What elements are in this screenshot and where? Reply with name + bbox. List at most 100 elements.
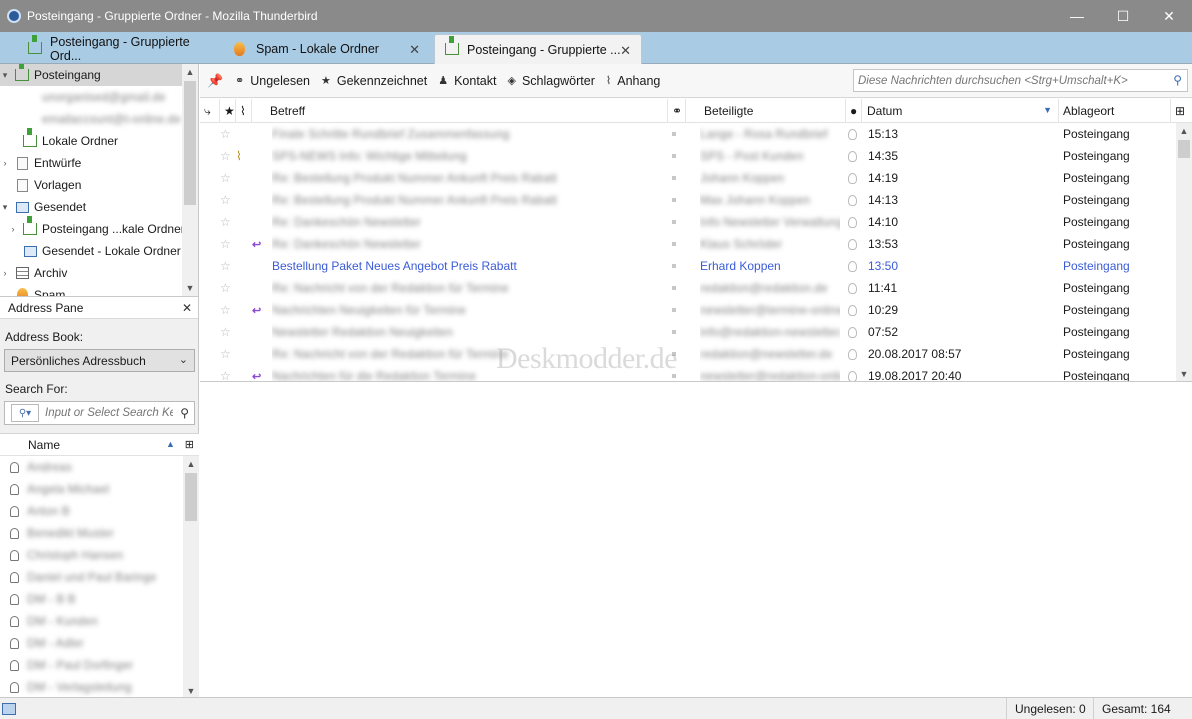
contact-item[interactable]: DM - Verlagsleitung (0, 676, 199, 698)
junk-status-icon[interactable] (848, 255, 860, 277)
maximize-button[interactable]: ☐ (1100, 0, 1146, 32)
expand-toggle-icon[interactable]: › (8, 224, 18, 234)
contact-item[interactable]: DM - Paul Dorfinger (0, 654, 199, 676)
folder-item[interactable]: › Entwürfe (0, 152, 198, 174)
folder-item[interactable]: Lokale Ordner (0, 128, 198, 152)
filter-starred-button[interactable]: ★ Gekennzeichnet (321, 74, 427, 88)
star-toggle-icon[interactable]: ☆ (220, 343, 236, 365)
subject-column[interactable]: Betreff (266, 99, 668, 123)
message-row[interactable]: ☆ ↩ Re: Dankeschön Newsletter Klaus Schröde… (200, 233, 1176, 255)
star-toggle-icon[interactable]: ☆ (220, 145, 236, 167)
search-type-dropdown-icon[interactable]: ⚲▾ (11, 404, 39, 422)
message-search-input[interactable] (858, 74, 1158, 87)
close-window-button[interactable]: ✕ (1146, 0, 1192, 32)
contact-item[interactable]: DM - Kunden (0, 610, 199, 632)
junk-status-icon[interactable] (848, 123, 860, 145)
pin-filter-icon[interactable]: 📌 (207, 73, 223, 89)
correspondents-column[interactable]: Beteiligte (700, 99, 846, 123)
scroll-up-arrow[interactable]: ▲ (1176, 123, 1192, 139)
message-row[interactable]: ☆ ⌇ SPS-NEWS Info: Wichtige Mitteilung SPS … (200, 145, 1176, 167)
search-icon[interactable]: ⚲ (180, 406, 189, 420)
expand-toggle-icon[interactable]: › (0, 268, 10, 278)
folder-scrollbar[interactable]: ▲ ▼ (182, 64, 198, 296)
read-status-icon[interactable] (672, 321, 682, 343)
scroll-up-arrow[interactable]: ▲ (182, 64, 198, 80)
message-row[interactable]: ☆ Re: Nachricht von der Redaktion für Ter… (200, 277, 1176, 299)
filter-unread-button[interactable]: ⚭ Ungelesen (235, 74, 310, 88)
scroll-thumb[interactable] (185, 473, 197, 521)
tab-spam[interactable]: Spam - Lokale Ordner ✕ (224, 34, 430, 64)
contact-item[interactable]: Andreas (0, 456, 199, 478)
star-toggle-icon[interactable]: ☆ (220, 211, 236, 233)
read-status-icon[interactable] (672, 255, 682, 277)
junk-status-icon[interactable] (848, 233, 860, 255)
star-toggle-icon[interactable]: ☆ (220, 255, 236, 277)
read-status-icon[interactable] (672, 365, 682, 381)
message-row[interactable]: ☆ Re: Dankeschön Newsletter Info Newslette… (200, 211, 1176, 233)
star-toggle-icon[interactable]: ☆ (220, 123, 236, 145)
tab-inbox-grouped-1[interactable]: Posteingang - Gruppierte Ord... (18, 34, 216, 64)
scroll-thumb[interactable] (184, 81, 196, 205)
attachment-column[interactable]: ⌇ (236, 99, 252, 123)
contact-item[interactable]: DM - B B (0, 588, 199, 610)
address-search-input[interactable] (45, 407, 173, 419)
read-status-icon[interactable] (672, 233, 682, 255)
read-status-icon[interactable] (672, 189, 682, 211)
close-address-pane-icon[interactable]: ✕ (182, 301, 192, 315)
expand-toggle-icon[interactable]: ▾ (0, 202, 10, 213)
message-row[interactable]: ☆ Newsletter Redaktion Neuigkeiten info@re… (200, 321, 1176, 343)
contacts-column-header[interactable]: Name ▲ ⊞ (0, 434, 199, 456)
folder-item[interactable]: unorganised@gmail.de (0, 86, 198, 108)
read-status-icon[interactable] (672, 343, 682, 365)
message-row[interactable]: ☆ Re: Bestellung Produkt Nummer Ankunft P… (200, 189, 1176, 211)
read-status-icon[interactable] (672, 299, 682, 321)
scroll-down-arrow[interactable]: ▼ (1176, 366, 1192, 381)
column-picker-icon[interactable]: ⊞ (185, 438, 194, 451)
read-status-icon[interactable] (672, 277, 682, 299)
junk-status-icon[interactable] (848, 189, 860, 211)
minimize-button[interactable]: — (1054, 0, 1100, 32)
close-tab-icon[interactable]: ✕ (620, 43, 631, 59)
star-toggle-icon[interactable]: ☆ (220, 189, 236, 211)
star-toggle-icon[interactable]: ☆ (220, 365, 236, 381)
contact-item[interactable]: Benedikt Muster (0, 522, 199, 544)
junk-status-icon[interactable] (848, 211, 860, 233)
junk-status-icon[interactable] (848, 145, 860, 167)
star-toggle-icon[interactable]: ☆ (220, 277, 236, 299)
star-toggle-icon[interactable]: ☆ (220, 233, 236, 255)
junk-status-icon[interactable] (848, 321, 860, 343)
junk-status-icon[interactable] (848, 365, 860, 381)
contact-item[interactable]: Daniel und Paul Baringe (0, 566, 199, 588)
folder-item[interactable]: Gesendet - Lokale Ordner (0, 240, 198, 262)
junk-status-icon[interactable] (848, 277, 860, 299)
folder-item[interactable]: Spam (0, 284, 198, 296)
message-row[interactable]: ☆ Re: Nachricht von der Redaktion für Ter… (200, 343, 1176, 365)
scroll-down-arrow[interactable]: ▼ (182, 280, 198, 296)
expand-toggle-icon[interactable]: › (0, 158, 10, 168)
thread-scrollbar[interactable]: ▲ ▼ (1176, 123, 1192, 381)
folder-item[interactable]: ▾ Gesendet (0, 196, 198, 218)
thread-column[interactable]: ⤷ (200, 99, 220, 123)
thunderbird-app-icon[interactable] (7, 9, 21, 23)
online-status-icon[interactable] (2, 702, 16, 715)
read-status-icon[interactable] (672, 145, 682, 167)
scroll-thumb[interactable] (1178, 140, 1190, 158)
folder-item[interactable]: Vorlagen (0, 174, 198, 196)
location-column[interactable]: Ablageort (1059, 99, 1171, 123)
scroll-up-arrow[interactable]: ▲ (183, 456, 199, 472)
message-row[interactable]: ☆ ↩ Nachrichten Neuigkeiten für Termine new… (200, 299, 1176, 321)
filter-tags-button[interactable]: ◈ Schlagwörter (507, 74, 594, 88)
tab-inbox-grouped-2[interactable]: Posteingang - Gruppierte ... ✕ (434, 34, 642, 64)
read-column[interactable]: ⚭ (668, 99, 686, 123)
message-row[interactable]: ☆ Finale Schritte Rundbrief Zusammenfassu… (200, 123, 1176, 145)
expand-toggle-icon[interactable]: ▾ (0, 70, 10, 81)
read-status-icon[interactable] (672, 211, 682, 233)
message-row[interactable]: ☆ ↩ Nachrichten für die Redaktion Termine n… (200, 365, 1176, 381)
read-status-icon[interactable] (672, 123, 682, 145)
junk-status-icon[interactable] (848, 167, 860, 189)
filter-attachment-button[interactable]: ⌇ Anhang (606, 74, 660, 88)
address-book-select[interactable]: Persönliches Adressbuch ⌄ (4, 349, 195, 372)
folder-item[interactable]: › Archiv (0, 262, 198, 284)
contact-item[interactable]: Angela Michael (0, 478, 199, 500)
folder-item[interactable]: › Posteingang ...kale Ordner (0, 216, 198, 240)
